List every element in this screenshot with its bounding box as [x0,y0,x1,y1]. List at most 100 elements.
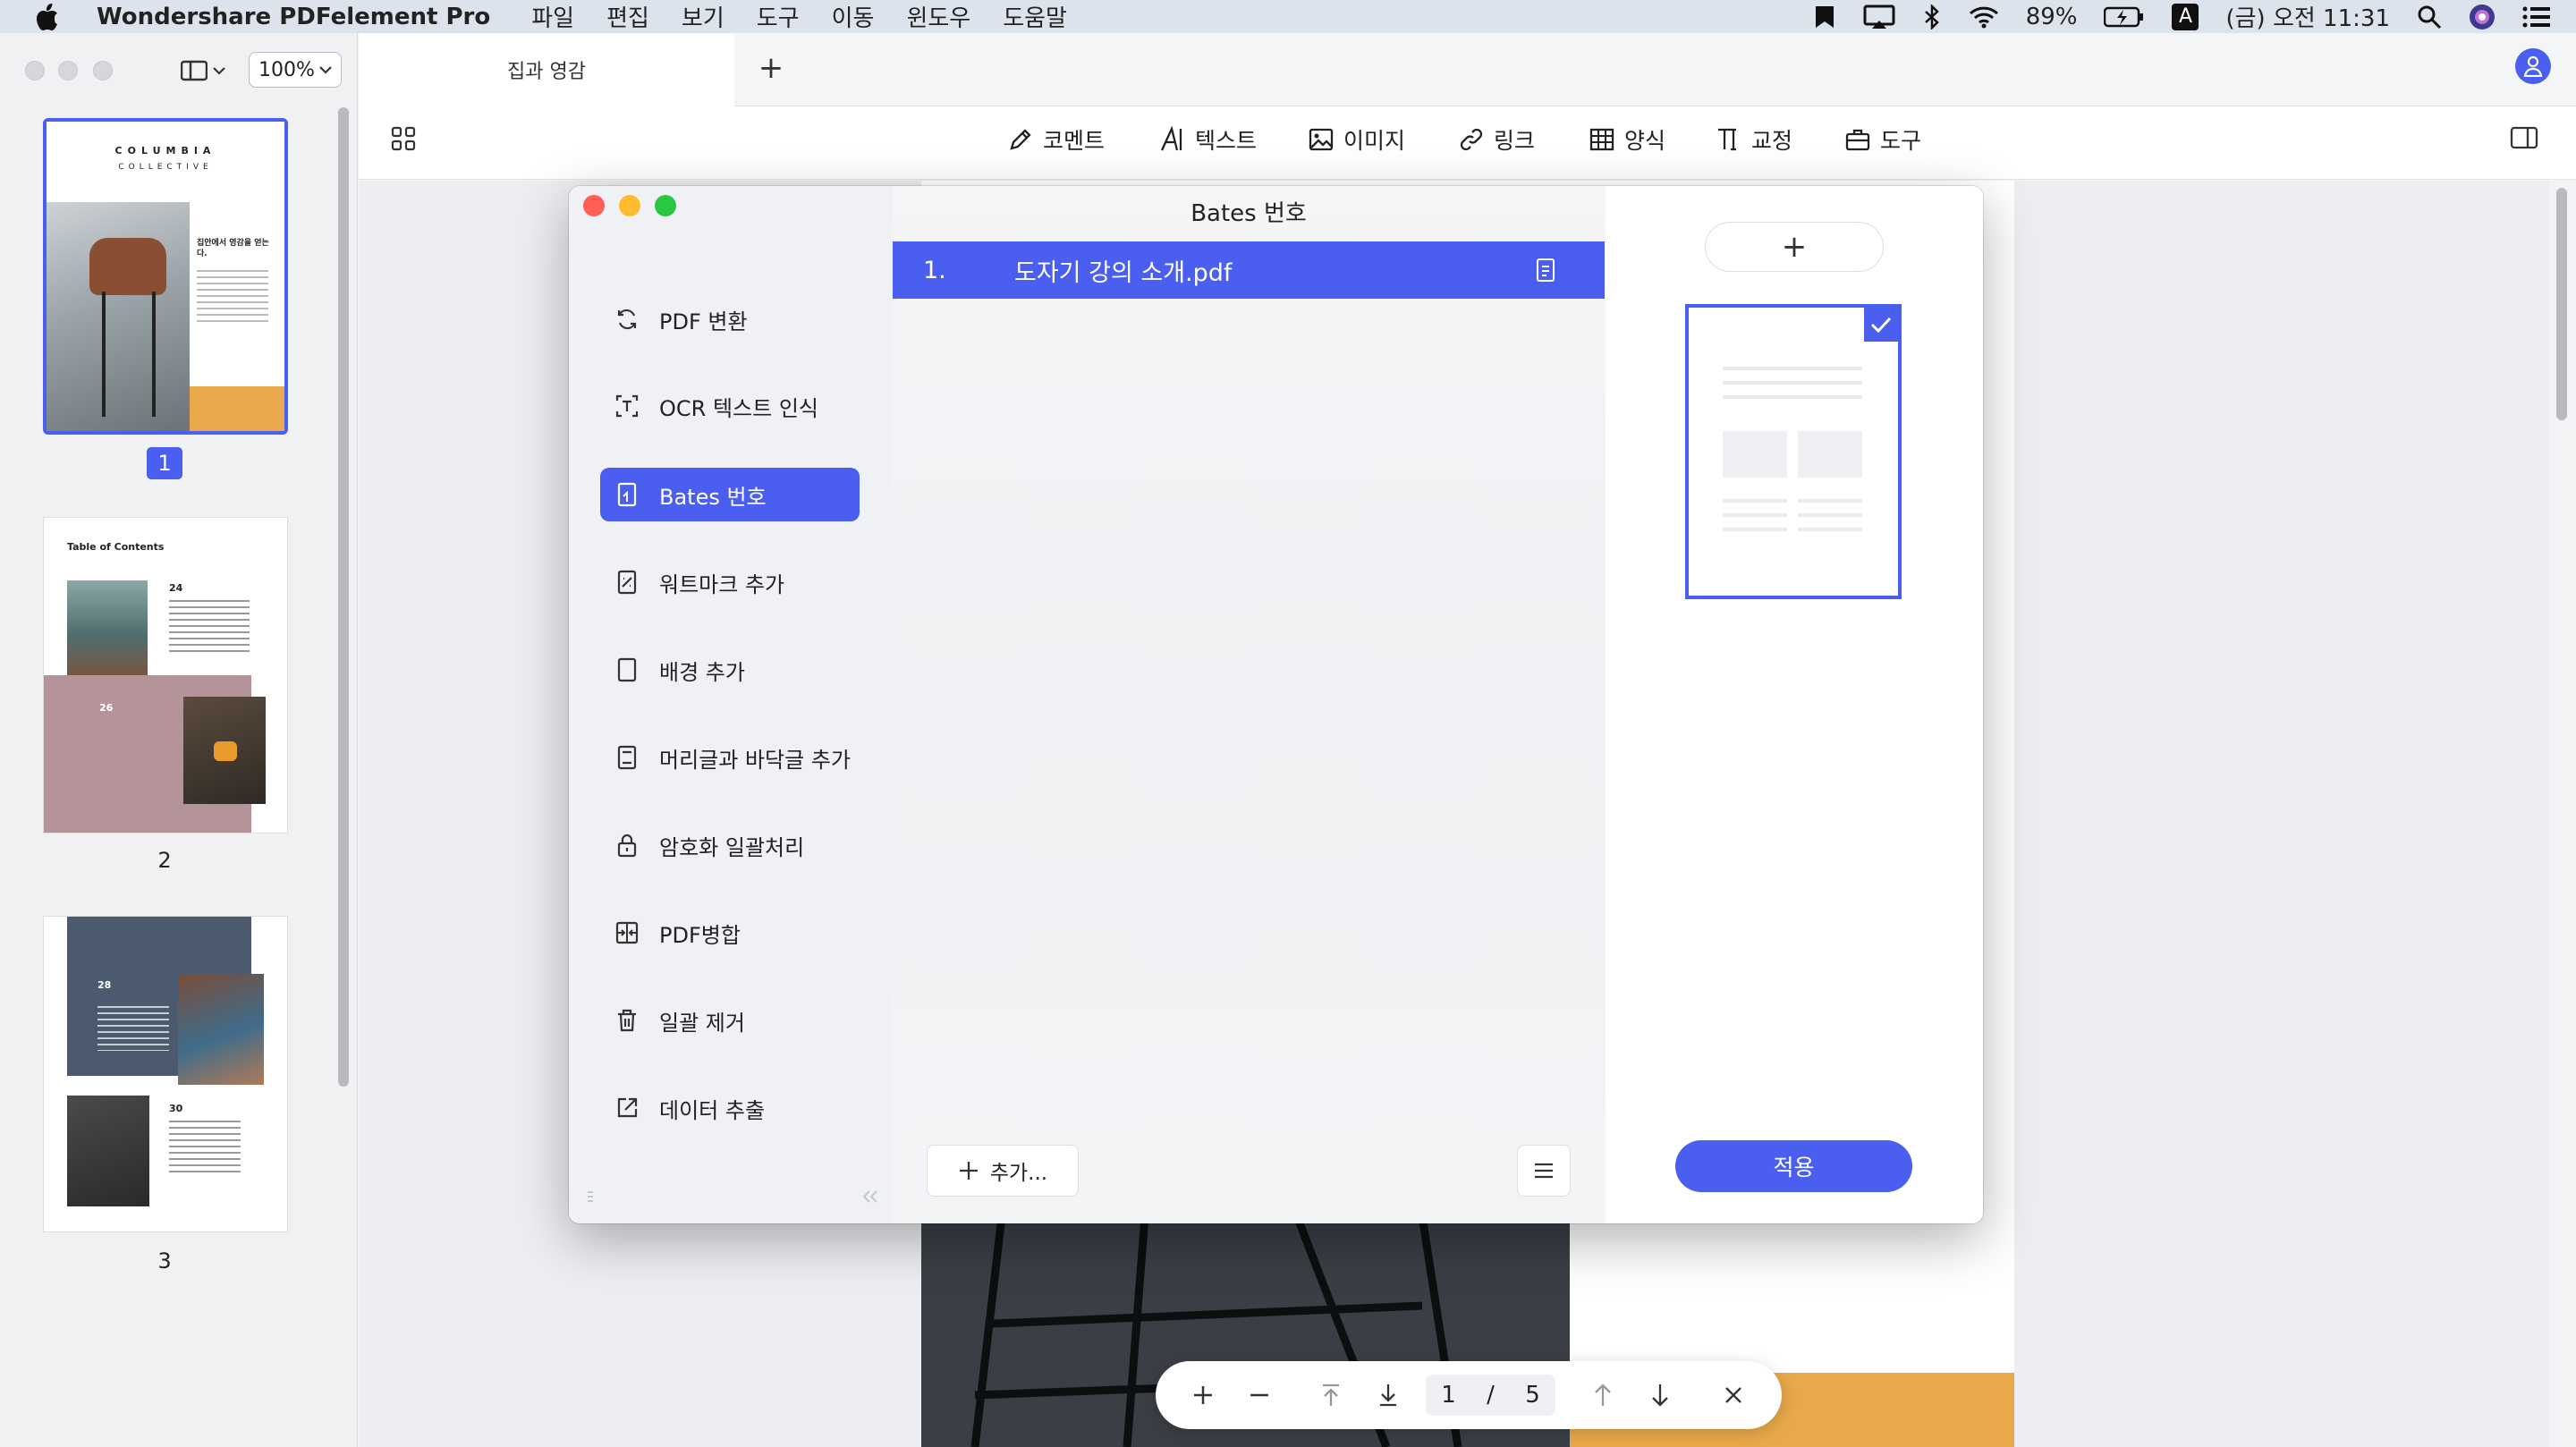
bates-icon [617,482,637,507]
dialog-zoom-button[interactable] [655,195,676,216]
apple-icon[interactable] [34,3,61,30]
siri-icon[interactable] [2469,4,2496,30]
sidebar-icon [181,60,208,81]
sidebar-item-ocr[interactable]: OCR 텍스트 인식 [600,379,860,433]
new-tab-button[interactable]: + [753,50,789,86]
plus-icon [959,1162,978,1180]
next-page-button[interactable] [1642,1377,1678,1413]
tool-comment[interactable]: 코멘트 [1007,122,1105,157]
sidebar-item-header-footer[interactable]: 머리글과 바닥글 추가 [600,731,860,784]
redact-icon [1718,128,1736,151]
thumbnail-page-1[interactable]: COLUMBIA COLLECTIVE 집안에서 영감을 얻는다. [43,118,288,435]
close-navigation-button[interactable] [1716,1377,1751,1413]
dialog-minimize-button[interactable] [619,195,640,216]
window-minimize-button[interactable] [58,61,78,80]
thumb2-entry-26: 26 [99,702,114,714]
grid-icon [391,126,416,151]
search-icon[interactable] [2417,4,2442,30]
grid-view-button[interactable] [390,125,417,156]
chevron-down-icon [319,66,332,74]
bookmark-icon[interactable] [1813,4,1836,30]
sidebar-item-merge[interactable]: PDF병합 [600,906,860,960]
dialog-close-button[interactable] [583,195,605,216]
list-options-button[interactable] [1517,1145,1571,1197]
add-template-button[interactable]: + [1705,222,1884,272]
menu-view[interactable]: 보기 [682,0,724,33]
file-settings-icon[interactable] [1535,258,1556,289]
add-files-button[interactable]: 추가... [927,1145,1079,1197]
last-page-button[interactable] [1370,1377,1406,1413]
tool-text[interactable]: 텍스트 [1159,122,1257,157]
merge-icon [615,921,639,944]
battery-icon[interactable] [2104,6,2145,28]
window-zoom-button[interactable] [93,61,113,80]
collapse-sidebar-icon[interactable] [862,1189,878,1207]
previous-page-button[interactable] [1585,1377,1621,1413]
menu-window[interactable]: 윈도우 [906,0,970,33]
file-index: 1. [923,256,946,284]
input-source-icon[interactable]: A [2172,3,2199,30]
menu-go[interactable]: 이동 [832,0,875,33]
first-page-button[interactable] [1313,1377,1349,1413]
image-icon [1309,128,1334,151]
sidebar-item-batch-remove[interactable]: 일괄 제거 [600,994,860,1047]
thumbnail-page-2[interactable]: Table of Contents 24 26 [43,517,288,834]
menu-edit[interactable]: 편집 [606,0,649,33]
menu-file[interactable]: 파일 [531,0,574,33]
sidebar-item-background[interactable]: 배경 추가 [600,643,860,697]
template-selected-check[interactable] [1864,308,1898,342]
current-page[interactable]: 1 [1441,1382,1456,1409]
thumb2-entry-24: 24 [169,582,183,594]
account-avatar[interactable] [2515,48,2551,84]
sidebar-toggle-button[interactable] [181,57,231,84]
export-icon [617,1097,638,1118]
arrow-down-icon [1652,1384,1668,1407]
sidebar-item-encrypt[interactable]: 암호화 일괄처리 [600,818,860,872]
dialog-title: Bates 번호 [1191,200,1307,227]
document-scrollbar[interactable] [2556,188,2567,420]
thumbnail-page-3[interactable]: 28 30 [43,916,288,1232]
control-center-icon[interactable] [2522,5,2551,29]
tool-redact[interactable]: 교정 [1716,122,1792,157]
zoom-select[interactable]: 100% [249,52,342,88]
apply-button[interactable]: 적용 [1675,1140,1912,1192]
plus-icon [1194,1386,1212,1404]
tool-link[interactable]: 링크 [1458,122,1535,157]
airplay-icon[interactable] [1863,4,1895,30]
sidebar-item-label: 일괄 제거 [659,1010,745,1036]
tab-document[interactable]: 집과 영감 [359,33,734,106]
wifi-icon[interactable] [1969,5,1999,29]
menu-help[interactable]: 도움말 [1003,0,1067,33]
sidebar-item-bates[interactable]: Bates 번호 [600,468,860,521]
convert-icon [617,309,637,330]
page-number-3[interactable]: 3 [147,1248,182,1274]
clock[interactable]: (금) 오전 11:31 [2225,0,2390,33]
file-list-row[interactable]: 1. 도자기 강의 소개.pdf [893,241,1605,299]
template-card[interactable] [1685,304,1902,599]
sidebar-item-watermark[interactable]: 워트마크 추가 [600,555,860,609]
thumb3-entry-28: 28 [97,979,112,991]
sidebar-item-data-extract[interactable]: 데이터 추출 [600,1081,860,1135]
page-number-2[interactable]: 2 [147,848,182,873]
thumb1-heading: 집안에서 영감을 얻는다. [197,239,269,258]
window-close-button[interactable] [25,61,45,80]
tool-form[interactable]: 양식 [1589,122,1665,157]
thumb3-entry-30: 30 [169,1103,183,1114]
app-name[interactable]: Wondershare PDFelement Pro [97,4,490,30]
tool-tools[interactable]: 도구 [1844,122,1921,157]
page-number-1[interactable]: 1 [147,447,182,479]
tool-comment-label: 코멘트 [1043,128,1106,154]
sidebar-grip-icon [586,1189,595,1207]
zoom-in-button[interactable] [1185,1377,1221,1413]
sidebar-item-label: Bates 번호 [659,484,767,510]
zoom-out-button[interactable] [1241,1377,1277,1413]
bluetooth-icon[interactable] [1922,4,1942,30]
right-panel-toggle[interactable] [2510,125,2538,154]
menu-tools[interactable]: 도구 [757,0,800,33]
trash-icon [618,1009,636,1032]
arrow-to-top-icon [1323,1384,1339,1406]
tool-image[interactable]: 이미지 [1308,122,1405,157]
page-number-field[interactable]: 1 / 5 [1426,1375,1555,1416]
sidebar-scrollbar[interactable] [338,107,349,1087]
sidebar-item-pdf-convert[interactable]: PDF 변환 [600,292,860,346]
